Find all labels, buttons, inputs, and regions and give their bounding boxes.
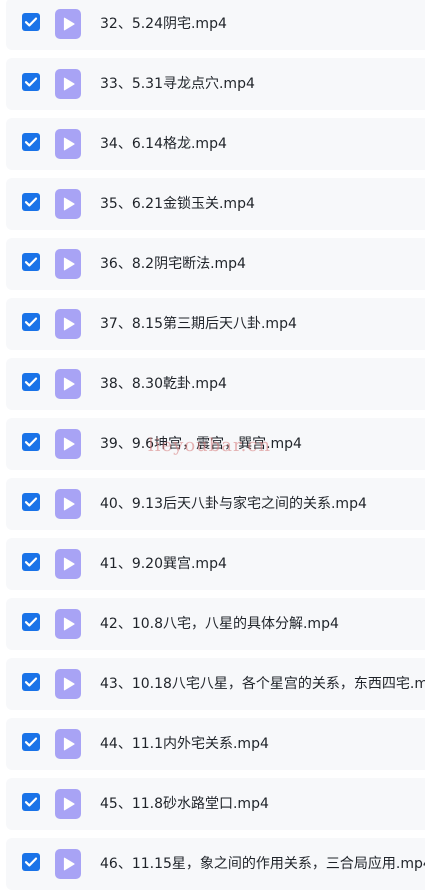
file-name: 46、11.15星，象之间的作用关系，三合局应用.mp4 (100, 856, 425, 872)
file-checkbox[interactable] (22, 613, 40, 631)
file-checkbox[interactable] (22, 553, 40, 571)
file-checkbox[interactable] (22, 853, 40, 871)
video-file-icon (55, 369, 81, 399)
video-file-icon (55, 189, 81, 219)
file-name: 37、8.15第三期后天八卦.mp4 (100, 316, 297, 332)
checkmark-icon (24, 317, 38, 327)
file-checkbox[interactable] (22, 793, 40, 811)
file-row[interactable]: 35、6.21金锁玉关.mp4 (6, 178, 425, 230)
file-row[interactable]: 45、11.8砂水路堂口.mp4 (6, 778, 425, 830)
video-file-icon (55, 729, 81, 759)
checkmark-icon (24, 137, 38, 147)
file-checkbox[interactable] (22, 13, 40, 31)
video-file-icon (55, 849, 81, 879)
file-name: 38、8.30乾卦.mp4 (100, 376, 227, 392)
checkmark-icon (24, 197, 38, 207)
file-row[interactable]: 38、8.30乾卦.mp4 (6, 358, 425, 410)
file-row[interactable]: 37、8.15第三期后天八卦.mp4 (6, 298, 425, 350)
video-file-icon (55, 669, 81, 699)
file-checkbox[interactable] (22, 73, 40, 91)
checkmark-icon (24, 17, 38, 27)
file-name: 45、11.8砂水路堂口.mp4 (100, 796, 269, 812)
file-name: 42、10.8八宅，八星的具体分解.mp4 (100, 616, 339, 632)
checkmark-icon (24, 737, 38, 747)
video-file-icon (55, 549, 81, 579)
file-row[interactable]: 41、9.20巽宫.mp4 (6, 538, 425, 590)
file-name: 39、9.6坤宫，震宫，巽宫.mp4 (100, 436, 302, 452)
file-name: 34、6.14格龙.mp4 (100, 136, 227, 152)
file-checkbox[interactable] (22, 373, 40, 391)
checkmark-icon (24, 257, 38, 267)
file-name: 40、9.13后天八卦与家宅之间的关系.mp4 (100, 496, 367, 512)
file-checkbox[interactable] (22, 493, 40, 511)
file-checkbox[interactable] (22, 133, 40, 151)
video-file-icon (55, 249, 81, 279)
file-checkbox[interactable] (22, 253, 40, 271)
file-name: 43、10.18八宅八星，各个星宫的关系，东西四宅.mp4 (100, 676, 425, 692)
file-row[interactable]: 44、11.1内外宅关系.mp4 (6, 718, 425, 770)
video-file-icon (55, 609, 81, 639)
file-row[interactable]: 34、6.14格龙.mp4 (6, 118, 425, 170)
video-file-icon (55, 789, 81, 819)
video-file-icon (55, 309, 81, 339)
file-name: 32、5.24阴宅.mp4 (100, 16, 227, 32)
video-file-icon (55, 69, 81, 99)
file-checkbox[interactable] (22, 433, 40, 451)
file-row[interactable]: 33、5.31寻龙点穴.mp4 (6, 58, 425, 110)
file-name: 41、9.20巽宫.mp4 (100, 556, 227, 572)
checkmark-icon (24, 77, 38, 87)
checkmark-icon (24, 497, 38, 507)
file-name: 35、6.21金锁玉关.mp4 (100, 196, 255, 212)
file-name: 33、5.31寻龙点穴.mp4 (100, 76, 255, 92)
file-row[interactable]: 43、10.18八宅八星，各个星宫的关系，东西四宅.mp4 (6, 658, 425, 710)
checkmark-icon (24, 677, 38, 687)
video-file-icon (55, 489, 81, 519)
file-name: 36、8.2阴宅断法.mp4 (100, 256, 246, 272)
checkmark-icon (24, 557, 38, 567)
checkmark-icon (24, 797, 38, 807)
video-file-icon (55, 429, 81, 459)
checkmark-icon (24, 617, 38, 627)
file-row[interactable]: 32、5.24阴宅.mp4 (6, 0, 425, 50)
checkmark-icon (24, 377, 38, 387)
checkmark-icon (24, 437, 38, 447)
file-row[interactable]: 40、9.13后天八卦与家宅之间的关系.mp4 (6, 478, 425, 530)
file-list: 32、5.24阴宅.mp4 33、5.31寻龙点穴.mp4 34、6.14格龙.mp… (0, 0, 425, 890)
file-checkbox[interactable] (22, 733, 40, 751)
file-checkbox[interactable] (22, 193, 40, 211)
video-file-icon (55, 129, 81, 159)
file-row[interactable]: 46、11.15星，象之间的作用关系，三合局应用.mp4 (6, 838, 425, 890)
file-name: 44、11.1内外宅关系.mp4 (100, 736, 269, 752)
checkmark-icon (24, 857, 38, 867)
file-row[interactable]: 39、9.6坤宫，震宫，巽宫.mp4 (6, 418, 425, 470)
file-row[interactable]: 36、8.2阴宅断法.mp4 (6, 238, 425, 290)
file-checkbox[interactable] (22, 313, 40, 331)
file-checkbox[interactable] (22, 673, 40, 691)
video-file-icon (55, 9, 81, 39)
file-row[interactable]: 42、10.8八宅，八星的具体分解.mp4 (6, 598, 425, 650)
